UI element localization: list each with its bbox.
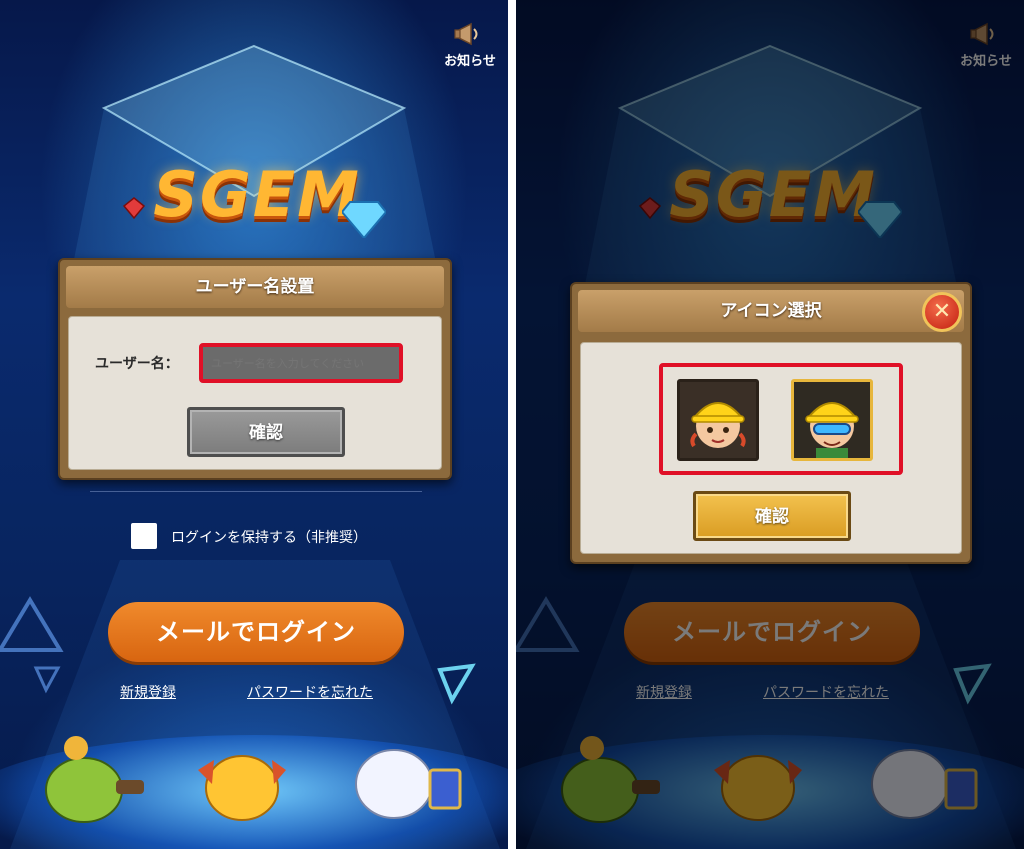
white-owl-character — [355, 749, 462, 819]
register-link[interactable]: 新規登録 — [120, 682, 176, 702]
news-button[interactable]: お知らせ — [440, 20, 500, 69]
red-gem-icon — [122, 197, 146, 220]
girl-miner-icon — [690, 402, 746, 448]
avatar-option-boy[interactable] — [791, 379, 873, 461]
icon-options — [659, 363, 903, 475]
username-label: ユーザー名： — [95, 356, 179, 372]
username-input[interactable] — [199, 343, 403, 383]
icon-select-dialog: アイコン選択 ✕ 確認 — [570, 282, 972, 564]
divider — [90, 491, 422, 492]
yellow-dragon-character — [198, 755, 286, 821]
megaphone-icon — [454, 22, 478, 46]
confirm-button[interactable]: 確認 — [187, 407, 345, 457]
dialog-body: ユーザー名： 確認 — [68, 316, 442, 470]
login-screen: お知らせ SGEM ユーザー名設置 ユーザー名： 確認 ログインを保持する（非推… — [0, 0, 508, 849]
username-dialog: ユーザー名設置 ユーザー名： 確認 — [58, 258, 452, 480]
email-login-button[interactable]: メールでログイン — [108, 602, 404, 662]
icon-select-screen: お知らせ SGEM メールでログイン 新規登録 パスワードを忘れた アイコン選択… — [516, 0, 1024, 849]
game-logo: SGEM — [122, 158, 392, 243]
news-label: お知らせ — [444, 54, 496, 69]
confirm-button[interactable]: 確認 — [693, 491, 851, 541]
remember-login-label: ログインを保持する（非推奨） — [171, 530, 367, 546]
green-monster-character — [45, 736, 144, 823]
close-icon: ✕ — [932, 299, 952, 324]
dialog-title: アイコン選択 — [578, 290, 964, 332]
dialog-body: 確認 — [580, 342, 962, 554]
remember-login-checkbox[interactable] — [131, 523, 157, 549]
close-button[interactable]: ✕ — [922, 292, 962, 332]
boy-miner-icon — [805, 402, 859, 458]
blue-diamond-icon — [342, 201, 386, 238]
avatar-option-girl[interactable] — [677, 379, 759, 461]
dialog-title: ユーザー名設置 — [66, 266, 444, 308]
forgot-password-link[interactable]: パスワードを忘れた — [247, 682, 373, 702]
